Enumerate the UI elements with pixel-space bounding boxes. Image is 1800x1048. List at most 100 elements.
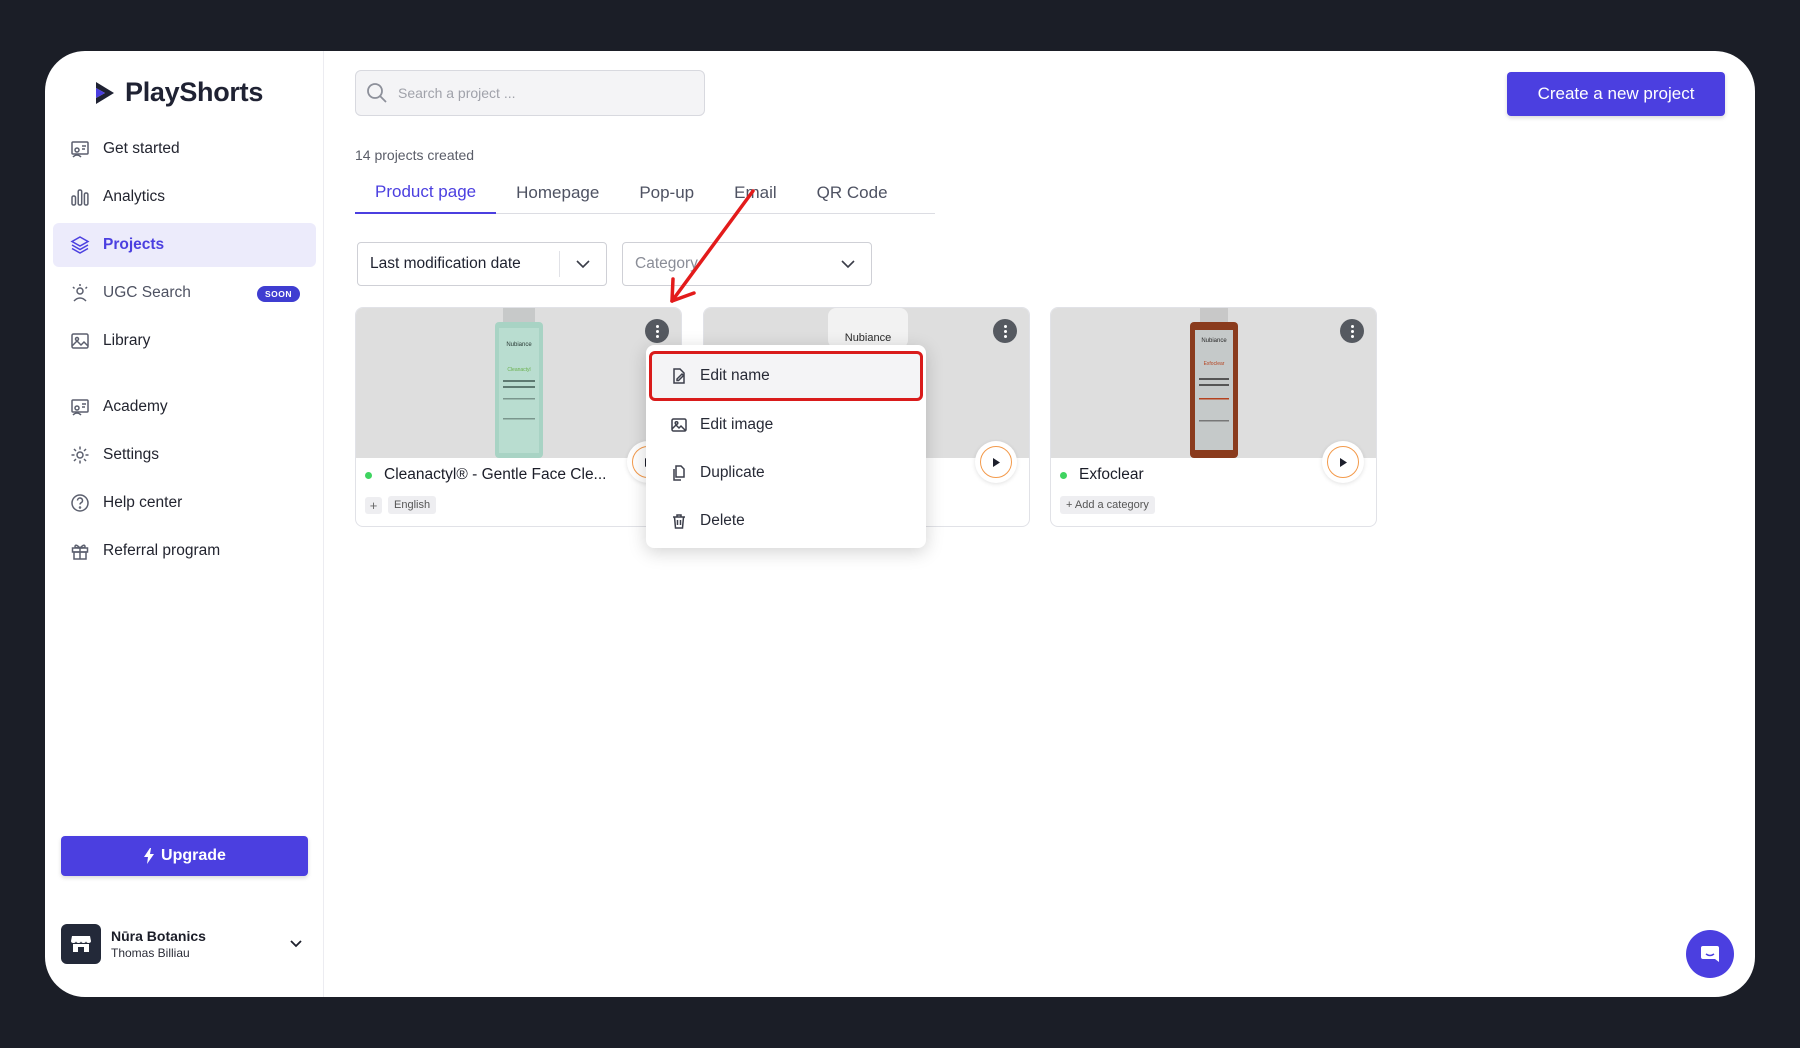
tab-email[interactable]: Email [714, 171, 797, 214]
search-box[interactable] [355, 70, 705, 116]
menu-item-label: Edit name [700, 367, 770, 384]
sidebar-item-library[interactable]: Library [53, 319, 316, 363]
menu-item-label: Delete [700, 512, 745, 529]
library-icon [69, 330, 91, 352]
card-context-menu: Edit name Edit image Duplicate Delete [646, 345, 926, 548]
upgrade-label: Upgrade [161, 847, 226, 864]
play-icon [993, 457, 1000, 467]
get-started-icon [69, 138, 91, 160]
language-tag: English [388, 496, 437, 514]
tab-qr-code[interactable]: QR Code [797, 171, 908, 214]
svg-text:Cleanactyl: Cleanactyl [507, 367, 530, 373]
add-category-label: Add a category [1074, 499, 1149, 511]
project-count: 14 projects created [355, 147, 475, 163]
lightning-icon [144, 848, 155, 864]
playshorts-logo-icon [96, 81, 114, 104]
sidebar-item-label: Library [103, 332, 151, 349]
select-divider [559, 251, 560, 277]
status-dot [1060, 471, 1067, 479]
sidebar-item-ugc-search[interactable]: UGC Search SOON [53, 271, 316, 315]
soon-badge: SOON [256, 286, 300, 302]
account-user-name: Thomas Billiau [111, 946, 190, 960]
projects-icon [69, 234, 91, 256]
sidebar-item-analytics[interactable]: Analytics [53, 175, 316, 219]
sort-select[interactable]: Last modification date [357, 242, 607, 286]
chevron-down-icon [841, 260, 855, 269]
category-select-placeholder: Category [635, 255, 698, 272]
image-icon [671, 418, 687, 432]
card-more-options-button[interactable] [645, 319, 669, 343]
sidebar-item-label: Analytics [103, 188, 166, 205]
svg-text:Nubiance: Nubiance [506, 342, 532, 348]
help-icon [69, 492, 91, 514]
sidebar-item-settings[interactable]: Settings [53, 433, 316, 477]
status-dot [365, 471, 372, 479]
card-more-options-button[interactable] [993, 319, 1017, 343]
sidebar-item-label: Settings [103, 446, 160, 463]
menu-item-duplicate[interactable]: Duplicate [646, 449, 926, 497]
project-thumbnail[interactable]: Nubiance Exfoclear [1051, 308, 1376, 458]
sidebar: PlayShorts Get started Analytics Project… [45, 51, 324, 997]
category-select[interactable]: Category [622, 242, 872, 286]
project-card[interactable]: Nubiance Exfoclear Exfoclear + Add a cat… [1050, 307, 1377, 527]
nav-main: Get started Analytics Projects UGC Searc… [53, 127, 316, 367]
project-type-tabs: Product page Homepage Pop-up Email QR Co… [355, 171, 935, 214]
ugc-search-icon [69, 282, 91, 304]
play-icon [1340, 457, 1347, 467]
chevron-down-icon [290, 940, 302, 948]
sidebar-item-get-started[interactable]: Get started [53, 127, 316, 171]
sidebar-item-academy[interactable]: Academy [53, 385, 316, 429]
play-button[interactable] [975, 441, 1017, 483]
analytics-icon [69, 186, 91, 208]
menu-item-delete[interactable]: Delete [646, 497, 926, 545]
logo[interactable]: PlayShorts [93, 77, 263, 108]
project-thumbnail[interactable]: Nubiance Cleanactyl [356, 308, 681, 458]
project-title: Exfoclear [1079, 466, 1144, 483]
tab-homepage[interactable]: Homepage [496, 171, 619, 214]
menu-item-edit-name[interactable]: Edit name [649, 351, 923, 401]
gift-icon [69, 540, 91, 562]
tab-popup[interactable]: Pop-up [619, 171, 714, 214]
duplicate-icon [673, 465, 685, 481]
nav-secondary: Academy Settings Help center Referral pr… [53, 385, 316, 577]
svg-text:Exfoclear: Exfoclear [1204, 361, 1225, 367]
menu-item-label: Edit image [700, 416, 774, 433]
sidebar-item-label: Help center [103, 494, 183, 511]
store-avatar-icon [61, 924, 101, 964]
sidebar-item-label: UGC Search [103, 284, 191, 301]
menu-item-edit-image[interactable]: Edit image [646, 401, 926, 449]
product-bottle-image: Nubiance Cleanactyl [495, 308, 543, 458]
play-button[interactable] [1322, 441, 1364, 483]
add-category-button[interactable]: + Add a category [1060, 496, 1155, 514]
academy-icon [69, 396, 91, 418]
create-project-button[interactable]: Create a new project [1507, 72, 1725, 116]
svg-text:Nubiance: Nubiance [845, 332, 891, 344]
sidebar-item-label: Academy [103, 398, 168, 415]
settings-icon [69, 444, 91, 466]
trash-icon [673, 514, 685, 529]
sidebar-item-help-center[interactable]: Help center [53, 481, 316, 525]
sidebar-item-label: Referral program [103, 542, 221, 559]
tab-product-page[interactable]: Product page [355, 171, 497, 214]
project-title: Cleanactyl® - Gentle Face Cle... [384, 466, 607, 483]
project-card[interactable]: Nubiance Cleanactyl Cleanactyl® - Gentle… [355, 307, 682, 527]
svg-text:Nubiance: Nubiance [1201, 338, 1227, 344]
chat-support-button[interactable] [1686, 930, 1734, 978]
sort-select-value: Last modification date [370, 255, 521, 272]
upgrade-button[interactable]: Upgrade [61, 836, 308, 876]
app-window: PlayShorts Get started Analytics Project… [45, 51, 1755, 997]
sidebar-item-label: Get started [103, 140, 180, 157]
search-input[interactable] [398, 85, 678, 101]
add-tag-button[interactable]: + [365, 496, 382, 514]
chat-icon [1701, 946, 1719, 962]
product-bottle-image: Nubiance Exfoclear [1190, 308, 1238, 458]
menu-item-label: Duplicate [700, 464, 765, 481]
card-more-options-button[interactable] [1340, 319, 1364, 343]
account-switcher[interactable]: Nūra Botanics Thomas Billiau [61, 924, 308, 964]
sidebar-item-label: Projects [103, 236, 165, 253]
sidebar-item-referral-program[interactable]: Referral program [53, 529, 316, 573]
brand-name: PlayShorts [125, 77, 264, 107]
edit-icon [673, 368, 685, 384]
chevron-down-icon [576, 260, 590, 269]
sidebar-item-projects[interactable]: Projects [53, 223, 316, 267]
